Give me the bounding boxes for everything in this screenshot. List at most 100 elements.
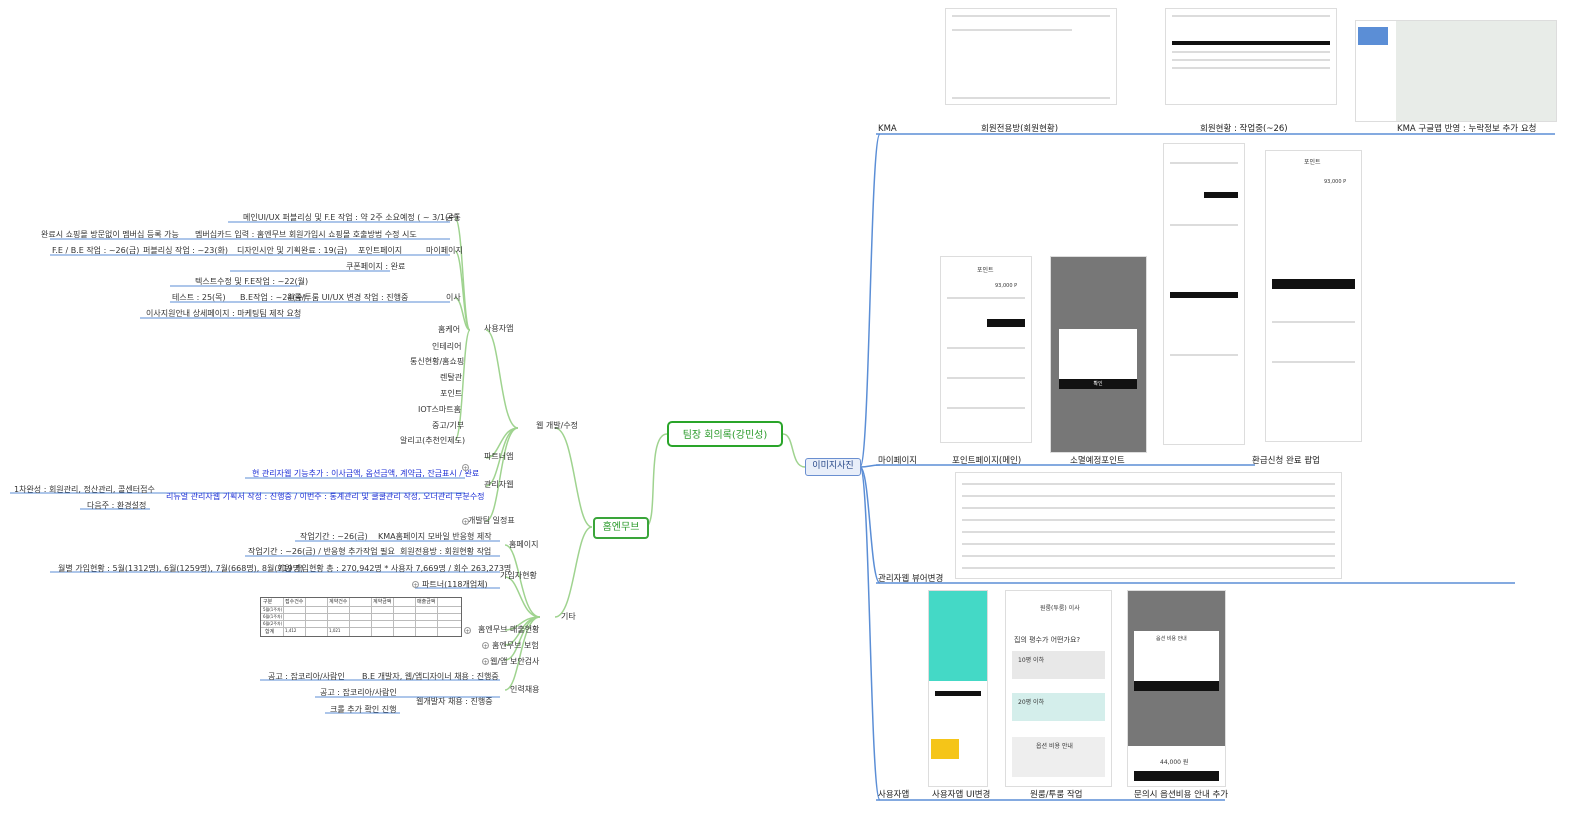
table-cell: 합계 [265, 629, 275, 635]
kma-mobile-item: KMA홈페이지 모바일 반응형 제작 [378, 532, 492, 541]
room-work-screenshot: 원룸(투룸) 이사 집의 평수가 어떤가요? 10평 이하 20평 이하 옵션 … [1005, 590, 1112, 787]
partner-app-node[interactable]: 파트너앱 [484, 452, 513, 462]
table-header: 계약건수 [329, 599, 348, 605]
category-item: 포인트 [440, 389, 463, 398]
image-photos-node[interactable]: 이미지사진 [805, 458, 861, 476]
join-total-item: 회원 가입현황 총 : 270,942명 * 사용자 7,669명 / 회수 2… [277, 564, 512, 573]
dev-schedule-node[interactable]: 개발팀 일정표 [468, 516, 515, 526]
kma-google-map-screenshot [1355, 20, 1557, 122]
expand-toggle[interactable]: + [462, 464, 469, 472]
central-topic[interactable]: 팀장 회의록(강민성) [667, 421, 783, 447]
mypage-img-node[interactable]: 마이페이지 [878, 456, 917, 466]
category-item: 알리고(추천인제도) [400, 436, 466, 445]
etc-node[interactable]: 기타 [561, 612, 576, 622]
caption-admin-change: 관리자웹 뷰어변경 [878, 574, 944, 584]
caption-room-work: 원룸/투룸 작업 [1030, 790, 1083, 800]
member-status-item: 회원전용방 : 회원현황 작업 [400, 547, 492, 556]
text-fix-item: 텍스트수정 및 F.E작업 : ~22(월) [195, 277, 309, 286]
design-item: 디자인시안 및 기획완료 : 19(금) [237, 246, 348, 255]
user-img-node[interactable]: 사용자앱 [878, 790, 909, 800]
crawling-item: 크롤 추가 확인 진행 [330, 705, 397, 714]
option-guide-title: 옵션 비용 안내 [1036, 743, 1073, 750]
caption-kma-members: 회원전용방(회원현황) [981, 124, 1059, 134]
caption-kma-google: KMA 구글맵 반영 : 누락정보 추가 요청 [1397, 124, 1537, 134]
category-item: 통신현황/홈쇼핑 [410, 357, 465, 366]
popup-points-title: 포인트 [1304, 159, 1321, 166]
table-cell: 5월(1주차) [263, 607, 283, 612]
moving-title: 원룸(투룸) 이사 [1040, 605, 1080, 612]
caption-refund-popup: 환급신청 완료 팝업 [1252, 456, 1320, 466]
sales-node[interactable]: 홈엔무브 매출현황 [478, 625, 539, 635]
admin-feature-item: 현 관리자웹 기능추가 : 이사금액, 옵션금액, 계약금, 잔금표시 / 완료 [252, 469, 480, 478]
category-item: 렌탈관 [440, 373, 463, 382]
caption-points-expire: 소멸예정포인트 [1070, 456, 1125, 466]
room-question: 집의 평수가 어떤가요? [1014, 636, 1081, 644]
be-hiring-item: B.E 개발자, 웹/앱디자이너 채용 : 진행중 [362, 672, 499, 681]
points-main-screenshot: 포인트 93,000 P [940, 256, 1032, 443]
homenmove-node[interactable]: 홈엔무브 [593, 517, 649, 539]
partner-count-item: 파트너(118개업체) [422, 580, 488, 589]
be-notice-item: 공고 : 잡코리아/사람인 [268, 672, 345, 681]
web-dev-node[interactable]: 웹 개발/수정 [536, 421, 578, 431]
coupon-item: 쿠폰페이지 : 완료 [346, 262, 406, 271]
homepage-node[interactable]: 홈페이지 [509, 540, 538, 550]
table-cell: 6월(2주차) [263, 621, 283, 626]
insurance-node[interactable]: 홈엔무브 보험 [492, 641, 539, 651]
refund-popup-screenshot: 포인트 93,000 P [1265, 150, 1362, 442]
admin-viewer-screenshot [955, 472, 1342, 579]
option-notice-screenshot: 옵션 비용 안내 44,000 원 [1127, 590, 1226, 787]
caption-points-main: 포인트페이지(메인) [952, 456, 1022, 466]
modal-option-guide: 옵션 비용 안내 [1156, 636, 1187, 642]
kma-period-item: 작업기간 : ~26(금) [300, 532, 368, 541]
join-monthly-item: 월별 가입현황 : 5월(1312명), 6월(1259명), 7월(668명)… [58, 564, 304, 573]
kma-members-screenshot [945, 8, 1117, 105]
membership-item: 멤버십카드 입력 : 홈엔무브 회원가입시 쇼핑몰 호출방법 수정 시도 [195, 230, 417, 239]
category-item: 인테리어 [432, 342, 462, 351]
test-item: 테스트 : 25(목) [172, 293, 226, 302]
expand-toggle[interactable]: + [482, 642, 489, 650]
category-item: 홈케어 [438, 325, 461, 334]
membership-note: 완료시 쇼핑몰 방문없이 멤버십 등록 가능 [41, 230, 179, 239]
points-refund-screenshot [1163, 143, 1245, 445]
table-header: 매출금액 [417, 599, 436, 605]
detail-item: 이사지원안내 상세페이지 : 마케팅팀 제작 요청 [146, 309, 302, 318]
caption-user-ui: 사용자앱 UI변경 [932, 790, 991, 800]
table-cell: 1,021 [329, 628, 341, 633]
admin-first-item: 1차완성 : 회원관리, 정산관리, 콜센터접수 [14, 485, 155, 494]
user-app-node[interactable]: 사용자앱 [484, 324, 513, 334]
confirm-button: 확인 [1059, 379, 1137, 389]
popup-points-value: 93,000 P [1324, 179, 1347, 185]
table-header: 구분 [263, 599, 273, 605]
points-page-item: 포인트페이지 [358, 246, 403, 255]
be-item: B.E작업 : ~24(수) [240, 293, 307, 302]
user-ui-screenshot [928, 590, 988, 787]
moving-node[interactable]: 이사 [446, 293, 461, 303]
common-item: 메인UI/UX 퍼블리싱 및 F.E 작업 : 약 2주 소요예정 ( ~ 3/… [243, 213, 459, 222]
kma-members-wip-screenshot [1165, 8, 1337, 105]
category-item: IOT스마트홈 [418, 405, 461, 414]
hiring-node[interactable]: 인력채용 [510, 685, 539, 695]
price-value: 44,000 원 [1160, 759, 1189, 766]
table-cell: 1,412 [285, 628, 297, 633]
admin-next-item: 다음주 : 환경설정 [87, 501, 147, 510]
mypage-node[interactable]: 마이페이지 [426, 246, 463, 256]
sales-table-image: 구분 접수건수 계약건수 계약금액 매출금액 5월(1주차) 6월(1주차) 6… [260, 597, 462, 637]
member-period-item: 작업기간 : ~26(금) / 반응형 추가작업 필요 [248, 547, 395, 556]
category-item: 중고/기부 [432, 421, 465, 430]
expand-toggle[interactable]: + [482, 658, 489, 666]
kma-node[interactable]: KMA [878, 124, 897, 134]
table-cell: 6월(1주차) [263, 614, 283, 619]
table-header: 접수건수 [285, 599, 304, 605]
expand-toggle[interactable]: + [462, 518, 469, 526]
room-10-option: 10평 이하 [1018, 657, 1045, 664]
points-title: 포인트 [977, 267, 994, 274]
security-node[interactable]: 웹/앱 보안검사 [490, 657, 539, 667]
points-value: 93,000 P [995, 283, 1018, 289]
web-hiring-item: 웹개발자 채용 : 진행중 [416, 697, 493, 706]
publish-item: 퍼블리싱 작업 : ~23(화) [143, 246, 228, 255]
admin-web-node[interactable]: 관리자웹 [484, 480, 513, 490]
fe-item: F.E / B.E 작업 : ~26(금) [52, 246, 140, 255]
expand-toggle[interactable]: + [464, 627, 471, 635]
expand-toggle[interactable]: + [412, 581, 419, 589]
caption-kma-members-wip: 회원현황 : 작업중(~26) [1200, 124, 1288, 134]
